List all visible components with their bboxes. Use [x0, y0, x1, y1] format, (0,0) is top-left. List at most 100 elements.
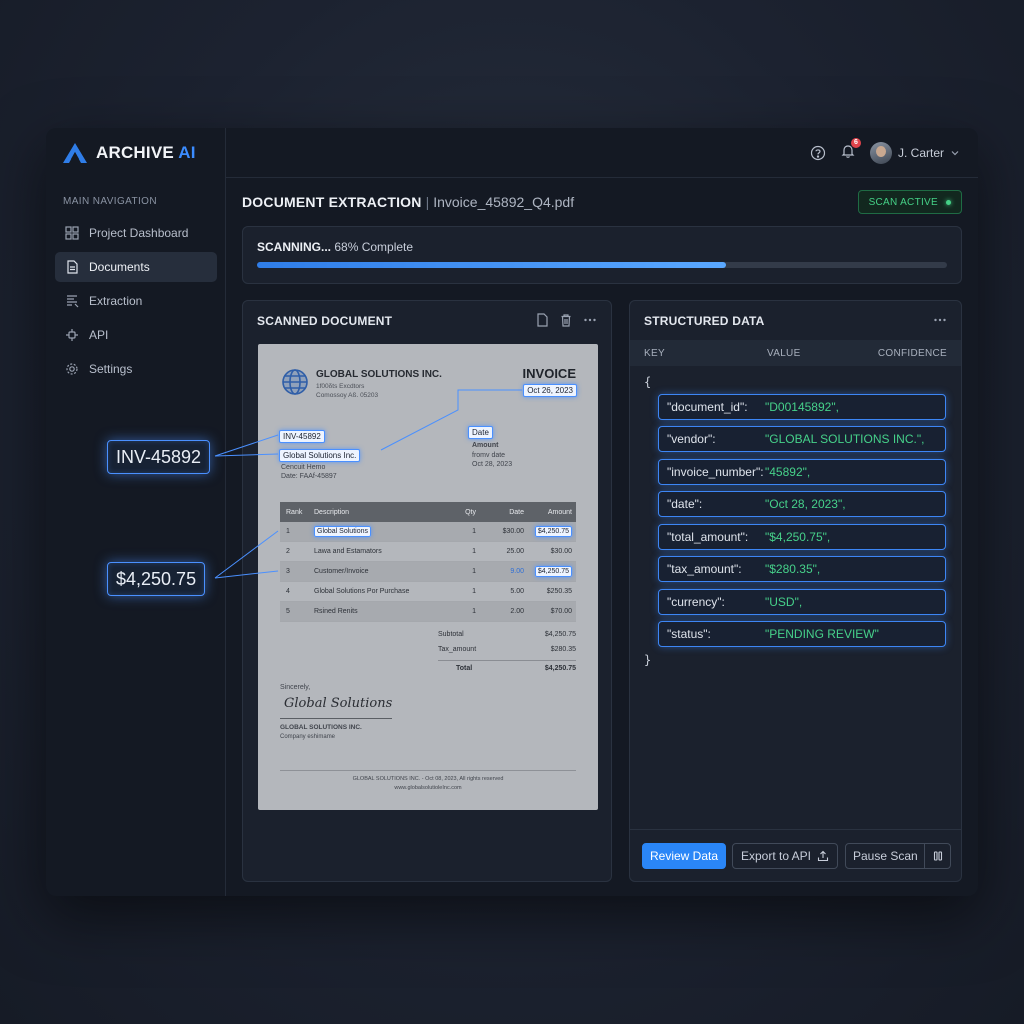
user-name: J. Carter	[897, 146, 944, 160]
json-open-brace: {	[644, 375, 652, 389]
invoice-totals: Subtotal $4,250.75 Tax_amount $280.35 Tota…	[438, 627, 576, 675]
json-close-brace: }	[644, 653, 652, 667]
signature: Global Solutions	[284, 696, 393, 711]
brand-logo[interactable]: ARCHIVE AI	[62, 142, 196, 164]
review-data-button[interactable]: Review Data	[642, 843, 726, 869]
progress-label: SCANNING... 68% Complete	[257, 240, 413, 254]
column-key: KEY	[644, 347, 665, 359]
sign-title: Company eshimame	[280, 734, 336, 740]
gear-icon	[66, 363, 78, 375]
pause-scan-button[interactable]: Pause Scan	[845, 843, 951, 869]
globe-logo-icon	[282, 369, 308, 395]
trash-icon[interactable]	[559, 313, 573, 327]
amount-callout[interactable]: $4,250.75	[107, 562, 206, 596]
scanned-invoice-page: GLOBAL SOLUTIONS INC. 1f00δts Εxcdtors Co…	[258, 344, 598, 810]
field-currency[interactable]: "currency": "USD",	[658, 589, 946, 615]
field-tax-amount[interactable]: "tax_amount": "$280.35",	[658, 556, 946, 582]
vendor-highlight[interactable]: Global Solutions Inc.	[279, 449, 361, 462]
field-vendor[interactable]: "vendor": "GLOBAL SOLUTIONS INC.",	[658, 426, 946, 452]
notification-count-badge: 6	[850, 137, 861, 148]
table-row: 5 Rsined Renits 1 2.00 $70.00	[280, 602, 576, 622]
notifications-button[interactable]: 6	[840, 137, 861, 164]
progress-bar-fill	[257, 262, 727, 268]
panel-tools	[535, 313, 597, 327]
company-name: GLOBAL SOLUTIONS INC.	[316, 369, 442, 380]
status-badge: SCAN ACTIVE	[857, 190, 962, 214]
status-badge-label: SCAN ACTIVE	[868, 196, 938, 208]
sidebar-item-api[interactable]: API	[55, 320, 217, 350]
amount-info: Amount fromv date Oct 28, 2023	[472, 442, 513, 468]
archive-logo-icon	[63, 143, 87, 163]
export-to-api-button[interactable]: Export to API	[732, 843, 838, 869]
grid-icon	[65, 226, 79, 240]
help-icon[interactable]	[810, 145, 826, 161]
field-status[interactable]: "status": "PENDING REVIEW"	[658, 621, 946, 647]
table-row: 1 Global Solutions 1 $30.00 $4,250.75	[280, 522, 576, 542]
avatar	[869, 142, 892, 164]
sidebar: ARCHIVE AI MAIN NAVIGATION Project Dashb…	[46, 128, 226, 896]
footer-divider	[280, 770, 576, 771]
line-items-table: Rank Description Qty Date Amount 1 Globa…	[280, 502, 576, 622]
page-title-text: DOCUMENT EXTRACTION	[242, 194, 422, 210]
file-icon[interactable]	[535, 313, 549, 327]
date-label-highlight[interactable]: Date	[468, 426, 493, 439]
sidebar-item-label: Documents	[89, 260, 150, 274]
export-label: Export to API	[740, 849, 812, 863]
panel-title: SCANNED DOCUMENT	[257, 314, 393, 328]
field-invoice-number[interactable]: "invoice_number": "45892",	[658, 459, 946, 485]
main-navigation: Project Dashboard Documents Extraction A…	[55, 218, 217, 388]
page-title: DOCUMENT EXTRACTION | Invoice_45892_Q4.pdf	[242, 194, 574, 210]
table-row: 4 Global Solutions Por Purchase 1 5.00 $…	[280, 582, 576, 602]
nav-section-title: MAIN NAVIGATION	[63, 196, 157, 207]
scan-progress-card: SCANNING... 68% Complete	[242, 226, 962, 284]
app-window: ARCHIVE AI MAIN NAVIGATION Project Dashb…	[46, 128, 978, 896]
structured-data-actions: Review Data Export to API Pause Scan	[630, 829, 961, 881]
structured-data-header: KEY VALUE CONFIDENCE	[630, 340, 961, 366]
sidebar-item-label: Settings	[89, 362, 133, 376]
sidebar-item-label: Extraction	[89, 294, 143, 308]
sign-company: GLOBAL SOLUTIONS INC.	[280, 724, 362, 731]
scanned-document-panel: SCANNED DOCUMENT GLOBAL SOLUTIONS INC. 1…	[242, 300, 612, 882]
field-total-amount[interactable]: "total_amount": "$4,250.75",	[658, 524, 946, 550]
document-footer: GLOBAL SOLUTIONS INC. - Oct 08, 2023, Al…	[352, 776, 504, 791]
upload-icon	[817, 850, 829, 862]
pause-label: Pause Scan	[853, 849, 918, 863]
tax-row: Tax_amount $280.35	[438, 646, 576, 653]
sidebar-item-label: Project Dashboard	[89, 226, 189, 240]
progress-bar	[257, 262, 947, 268]
total-row: Total $4,250.75	[438, 660, 576, 675]
pause-icon	[933, 851, 942, 861]
row-amount-highlight: $4,250.75	[534, 526, 572, 537]
sidebar-item-settings[interactable]: Settings	[55, 354, 217, 384]
date-highlight[interactable]: Oct 26, 2023	[523, 384, 577, 397]
top-bar-actions: 6 J. Carter	[810, 137, 960, 166]
table-row: 2 Lawa and Estamators 1 25.00 $30.00	[280, 542, 576, 562]
invoice-number-highlight[interactable]: INV-45892	[279, 430, 325, 443]
extraction-icon	[67, 295, 79, 308]
file-name: Invoice_45892_Q4.pdf	[433, 194, 575, 210]
sidebar-item-project-dashboard[interactable]: Project Dashboard	[55, 218, 217, 248]
structured-data-panel: STRUCTURED DATA KEY VALUE CONFIDENCE { "…	[629, 300, 962, 882]
column-confidence: CONFIDENCE	[877, 347, 947, 359]
sidebar-item-extraction[interactable]: Extraction	[55, 286, 217, 316]
invoice-title: INVOICE	[522, 366, 576, 381]
row-amount-highlight: $4,250.75	[534, 566, 572, 577]
brand-name: ARCHIVE AI	[96, 143, 196, 162]
subtotal-row: Subtotal $4,250.75	[438, 631, 576, 638]
user-menu[interactable]: J. Carter	[869, 142, 960, 164]
column-value: VALUE	[767, 347, 801, 359]
more-options-icon[interactable]	[583, 313, 597, 327]
top-bar: 6 J. Carter	[226, 128, 978, 178]
panel-title: STRUCTURED DATA	[644, 314, 765, 328]
field-date[interactable]: "date": "Oct 28, 2023",	[658, 491, 946, 517]
table-header: Rank Description Qty Date Amount	[280, 502, 576, 522]
title-separator: |	[425, 194, 430, 210]
client-info: Cencuit Hemo Date: FAAf-45897	[281, 464, 337, 480]
more-options-icon[interactable]	[933, 313, 947, 327]
status-dot-icon	[946, 199, 951, 205]
progress-status: SCANNING...	[257, 240, 332, 254]
company-address: 1f00δts Εxcdtors Comossoy Aß. 05203	[316, 383, 379, 399]
invoice-number-callout[interactable]: INV-45892	[107, 440, 211, 474]
sidebar-item-documents[interactable]: Documents	[55, 252, 217, 282]
field-document-id[interactable]: "document_id": "D00145892",	[658, 394, 946, 420]
